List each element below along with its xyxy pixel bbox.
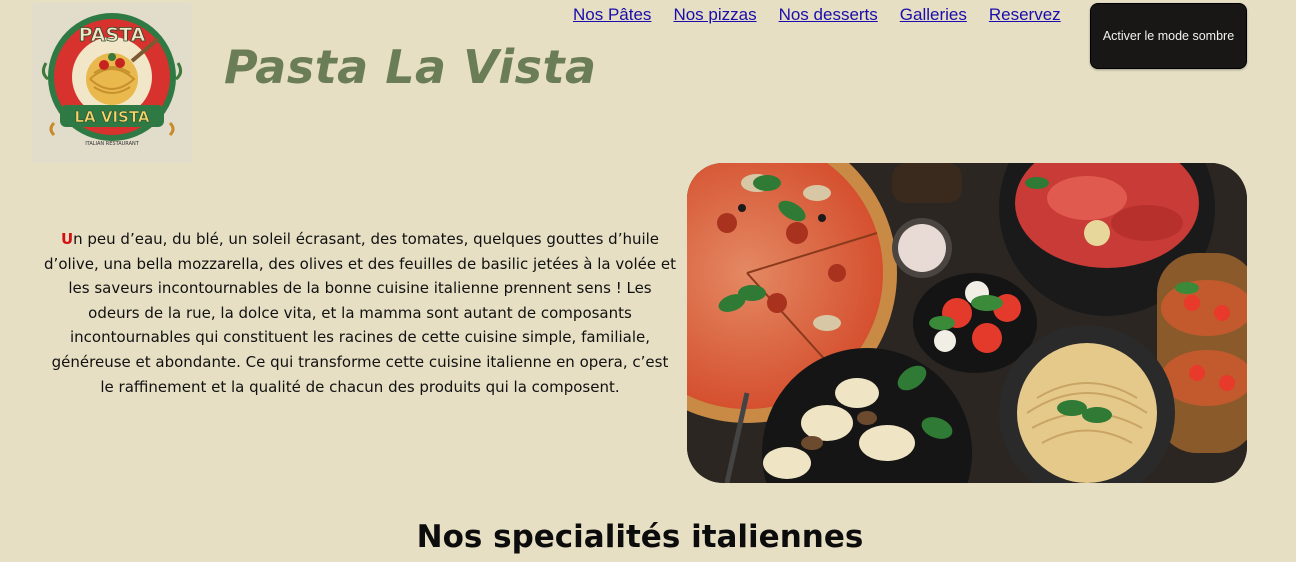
- dark-mode-toggle-button[interactable]: Activer le mode sombre: [1090, 3, 1247, 69]
- nav-link-pizzas[interactable]: Nos pizzas: [673, 5, 756, 25]
- svg-text:ITALIAN RESTAURANT: ITALIAN RESTAURANT: [85, 141, 140, 147]
- intro-paragraph: Un peu d’eau, du blé, un soleil écrasant…: [44, 227, 676, 399]
- nav-link-desserts[interactable]: Nos desserts: [779, 5, 878, 25]
- hero-food-image: [687, 163, 1247, 483]
- italian-dishes-photo-icon: [687, 163, 1247, 483]
- svg-text:PASTA: PASTA: [79, 24, 146, 46]
- nav-link-pates[interactable]: Nos Pâtes: [573, 5, 651, 25]
- nav-link-galleries[interactable]: Galleries: [900, 5, 967, 25]
- specialties-section-title: Nos specialités italiennes: [416, 519, 864, 555]
- main-nav: Nos Pâtes Nos pizzas Nos desserts Galler…: [573, 5, 1061, 25]
- intro-dropcap: U: [60, 230, 74, 248]
- logo[interactable]: PASTA LA VISTA ITALIAN RESTAURANT: [32, 3, 192, 163]
- nav-link-reservez[interactable]: Reservez: [989, 5, 1061, 25]
- intro-text: n peu d’eau, du blé, un soleil écrasant,…: [44, 230, 676, 396]
- svg-text:LA VISTA: LA VISTA: [74, 108, 149, 126]
- logo-lettering: PASTA LA VISTA ITALIAN RESTAURANT: [74, 24, 150, 147]
- site-title: Pasta La Vista: [224, 40, 597, 94]
